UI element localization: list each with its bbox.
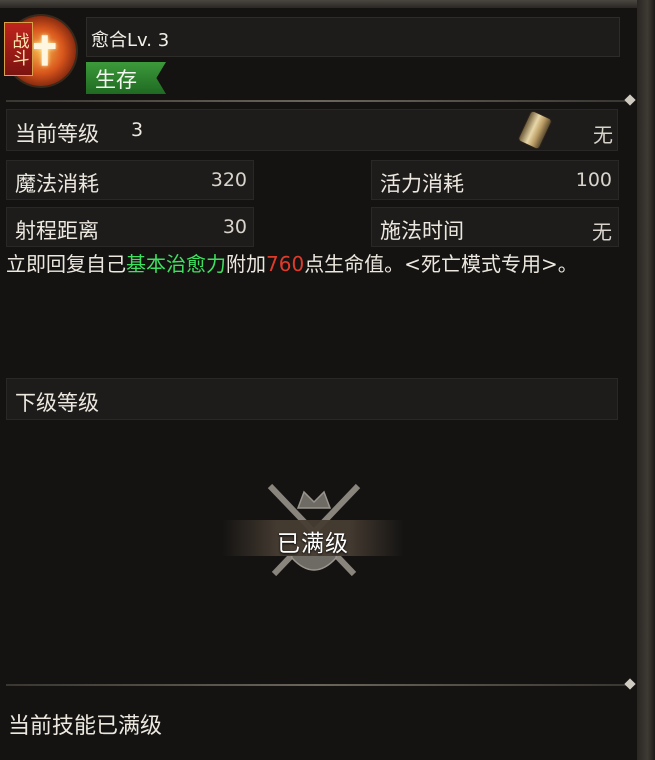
cast-time-row: 施法时间 无 — [371, 207, 619, 247]
description-text-1: 立即回复自己 — [6, 252, 126, 276]
description-text-3: 点生命值。<死亡模式专用>。 — [304, 252, 578, 276]
skill-name: 愈合 — [91, 30, 127, 51]
vigor-cost-value: 100 — [575, 169, 612, 191]
mana-cost-label: 魔法消耗 — [15, 172, 99, 196]
vigor-cost-label: 活力消耗 — [380, 172, 464, 196]
skill-title: 愈合Lv. 3 — [91, 26, 169, 52]
range-label: 射程距离 — [15, 219, 99, 243]
mana-cost-value: 320 — [210, 169, 247, 191]
current-level-label: 当前等级 — [15, 122, 99, 146]
vigor-cost-row: 活力消耗 100 — [371, 160, 619, 200]
category-label: 生存 — [95, 68, 137, 92]
battle-tag-badge: 战斗 — [4, 22, 33, 76]
description-text-2: 附加 — [226, 252, 266, 276]
skill-title-bar: 愈合Lv. 3 — [86, 17, 620, 57]
max-level-text: 已满级 — [277, 531, 349, 557]
current-level-row: 当前等级 3 无 — [6, 109, 618, 151]
range-value: 30 — [222, 216, 247, 238]
current-level-value: 3 — [131, 119, 144, 141]
next-level-row: 下级等级 — [6, 378, 618, 420]
description-amount: 760 — [266, 252, 305, 276]
skill-description: 立即回复自己基本治愈力附加760点生命值。<死亡模式专用>。 — [6, 250, 618, 278]
max-level-banner: 已满级 — [222, 520, 404, 557]
mana-cost-row: 魔法消耗 320 — [6, 160, 254, 200]
skill-status-footer: 当前技能已满级 — [8, 714, 163, 739]
reagent-value: 无 — [593, 123, 613, 147]
description-highlight: 基本治愈力 — [126, 252, 226, 276]
footer-divider — [6, 684, 628, 686]
cast-time-value: 无 — [592, 220, 612, 244]
category-tag: 生存 — [86, 62, 166, 94]
divider — [6, 100, 628, 102]
skill-level: Lv. 3 — [127, 30, 170, 51]
window-frame-right — [637, 0, 655, 760]
scroll-icon — [518, 110, 552, 150]
next-level-label: 下级等级 — [15, 391, 99, 415]
cast-time-label: 施法时间 — [380, 219, 464, 243]
range-row: 射程距离 30 — [6, 207, 254, 247]
window-frame-top — [0, 0, 655, 8]
